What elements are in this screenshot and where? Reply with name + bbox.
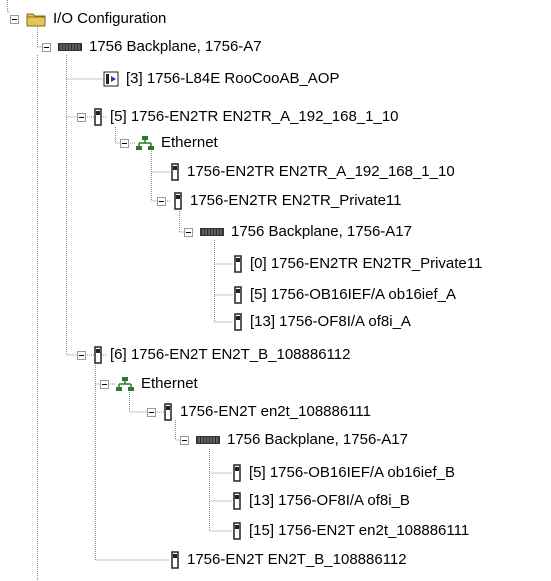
backplane-icon [200,226,224,238]
tree-node-label: [5] 1756-OB16IEF/A ob16ief_A [250,286,456,303]
tree-node-private-slot-5[interactable]: [5] 1756-OB16IEF/A ob16ief_A [233,284,458,306]
tree-node-ethernet-b[interactable]: Ethernet [100,373,200,395]
collapse-toggle[interactable] [184,227,193,237]
tree-node-label: [5] 1756-OB16IEF/A ob16ief_B [249,464,455,481]
tree-node-en2tr-private11[interactable]: 1756-EN2TR EN2TR_Private11 [157,190,403,212]
tree-node-en2t-b-self[interactable]: 1756-EN2T EN2T_B_108886112 [170,549,409,571]
tree-node-io-configuration[interactable]: I/O Configuration [10,8,168,30]
backplane-icon [196,434,220,446]
tree-node-label: I/O Configuration [53,10,167,27]
module-icon [233,313,243,331]
tree-node-label: [6] 1756-EN2T EN2T_B_108886112 [110,346,351,363]
collapse-toggle[interactable] [77,350,86,360]
tree-node-label: Ethernet [161,134,218,151]
tree-node-label: [13] 1756-OF8I/A of8i_B [249,492,410,509]
tree-node-private-slot-0[interactable]: [0] 1756-EN2TR EN2TR_Private11 [233,253,484,275]
collapse-toggle[interactable] [120,138,129,148]
network-icon [116,376,134,392]
tree-node-label: Ethernet [141,375,198,392]
module-icon [233,286,243,304]
collapse-toggle[interactable] [42,42,51,52]
collapse-toggle[interactable] [10,14,19,24]
module-icon [170,163,180,181]
module-icon [93,108,103,126]
module-icon [163,403,173,421]
controller-icon [103,71,119,87]
tree-node-label: 1756-EN2TR EN2TR_Private11 [190,192,402,209]
tree-node-label: 1756 Backplane, 1756-A17 [231,223,412,240]
collapse-toggle[interactable] [147,407,156,417]
tree-node-backplane-a17-remote[interactable]: 1756 Backplane, 1756-A17 [180,429,410,451]
tree-node-label: [13] 1756-OF8I/A of8i_A [250,313,411,330]
tree-node-label: 1756-EN2T en2t_108886111 [180,403,371,420]
tree-node-private-slot-13[interactable]: [13] 1756-OF8I/A of8i_A [233,311,413,333]
module-icon [233,255,243,273]
module-icon [173,192,183,210]
tree-node-label: [5] 1756-EN2TR EN2TR_A_192_168_1_10 [110,108,399,125]
module-icon [232,464,242,482]
tree-node-backplane-a7[interactable]: 1756 Backplane, 1756-A7 [42,36,264,58]
tree-node-slot-5-en2tr[interactable]: [5] 1756-EN2TR EN2TR_A_192_168_1_10 [77,106,401,128]
tree-node-label: 1756 Backplane, 1756-A17 [227,431,408,448]
tree-node-slot-3-controller[interactable]: [3] 1756-L84E RooCooAB_AOP [103,68,341,90]
tree-node-en2tr-a-self[interactable]: 1756-EN2TR EN2TR_A_192_168_1_10 [170,161,457,183]
tree-node-remote-slot-5[interactable]: [5] 1756-OB16IEF/A ob16ief_B [232,462,457,484]
tree-node-remote-slot-15[interactable]: [15] 1756-EN2T en2t_108886111 [232,520,471,542]
tree-node-backplane-a17-private[interactable]: 1756 Backplane, 1756-A17 [184,221,414,243]
module-icon [170,551,180,569]
collapse-toggle[interactable] [157,196,166,206]
tree-node-slot-6-en2t[interactable]: [6] 1756-EN2T EN2T_B_108886112 [77,344,352,366]
module-icon [232,522,242,540]
tree-node-label: 1756-EN2T EN2T_B_108886112 [187,551,407,568]
backplane-icon [58,41,82,53]
tree-node-label: [15] 1756-EN2T en2t_108886111 [249,522,470,539]
collapse-toggle[interactable] [180,435,189,445]
module-icon [93,346,103,364]
io-configuration-tree: I/O Configuration 1756 Backplane, 1756-A… [0,0,551,581]
tree-node-label: 1756 Backplane, 1756-A7 [89,38,262,55]
tree-node-label: [0] 1756-EN2TR EN2TR_Private11 [250,255,483,272]
module-icon [232,492,242,510]
tree-node-label: [3] 1756-L84E RooCooAB_AOP [126,70,340,87]
network-icon [136,135,154,151]
collapse-toggle[interactable] [77,112,86,122]
tree-node-en2t-remote[interactable]: 1756-EN2T en2t_108886111 [147,401,373,423]
tree-node-ethernet-a[interactable]: Ethernet [120,132,220,154]
tree-node-remote-slot-13[interactable]: [13] 1756-OF8I/A of8i_B [232,490,412,512]
folder-icon [26,11,46,27]
tree-node-label: 1756-EN2TR EN2TR_A_192_168_1_10 [187,163,455,180]
collapse-toggle[interactable] [100,379,109,389]
